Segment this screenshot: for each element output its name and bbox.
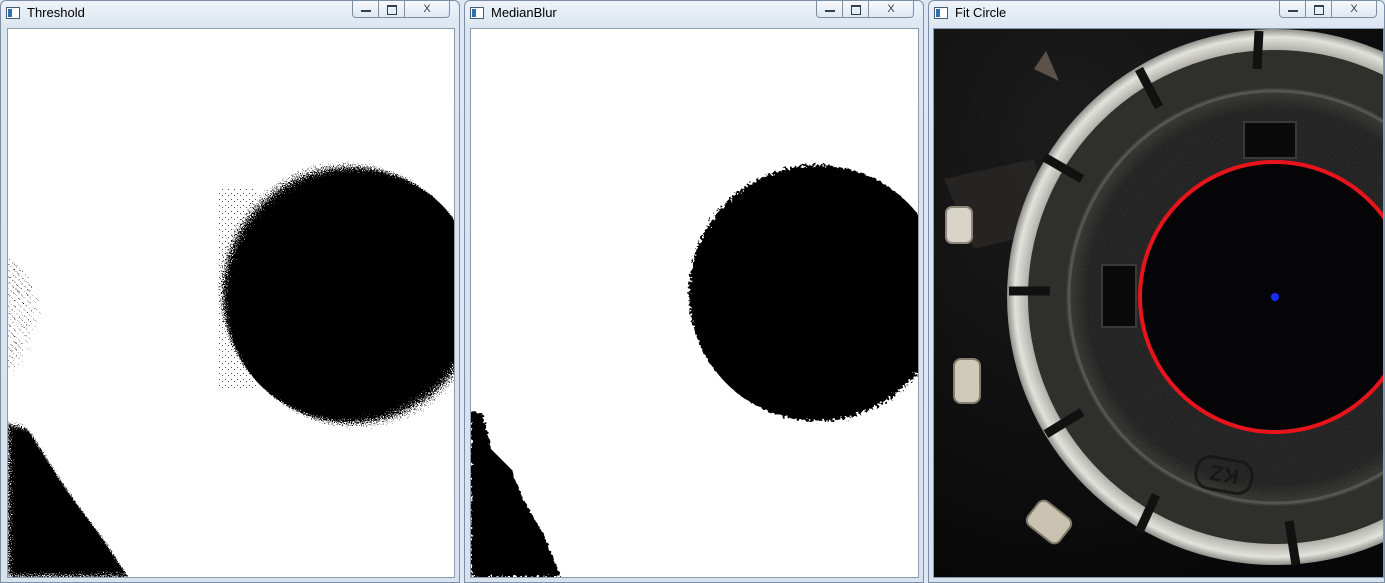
app-window-icon <box>6 7 20 19</box>
window-title: MedianBlur <box>491 5 557 20</box>
fit-circle-image: KZ <box>933 28 1384 578</box>
close-button[interactable]: X <box>405 1 450 18</box>
window-medianblur[interactable]: MedianBlur X <box>464 0 924 583</box>
window-threshold[interactable]: Threshold X <box>0 0 460 583</box>
titlebar[interactable]: MedianBlur X <box>465 1 923 27</box>
maximize-button[interactable] <box>379 1 405 18</box>
window-title: Threshold <box>27 5 85 20</box>
window-fit-circle[interactable]: Fit Circle X KZ <box>928 0 1385 583</box>
close-button[interactable]: X <box>869 1 914 18</box>
close-button[interactable]: X <box>1332 1 1377 18</box>
titlebar[interactable]: Fit Circle X <box>929 1 1384 27</box>
window-title: Fit Circle <box>955 5 1007 20</box>
minimize-button[interactable] <box>352 1 379 18</box>
medianblur-image <box>470 28 919 578</box>
app-window-icon <box>470 7 484 19</box>
threshold-image <box>7 28 455 578</box>
maximize-button[interactable] <box>843 1 869 18</box>
minimize-button[interactable] <box>816 1 843 18</box>
minimize-button[interactable] <box>1279 1 1306 18</box>
titlebar[interactable]: Threshold X <box>1 1 459 27</box>
svg-text:KZ: KZ <box>1207 460 1240 490</box>
circle-center-point <box>1271 293 1279 301</box>
app-window-icon <box>934 7 948 19</box>
maximize-button[interactable] <box>1306 1 1332 18</box>
